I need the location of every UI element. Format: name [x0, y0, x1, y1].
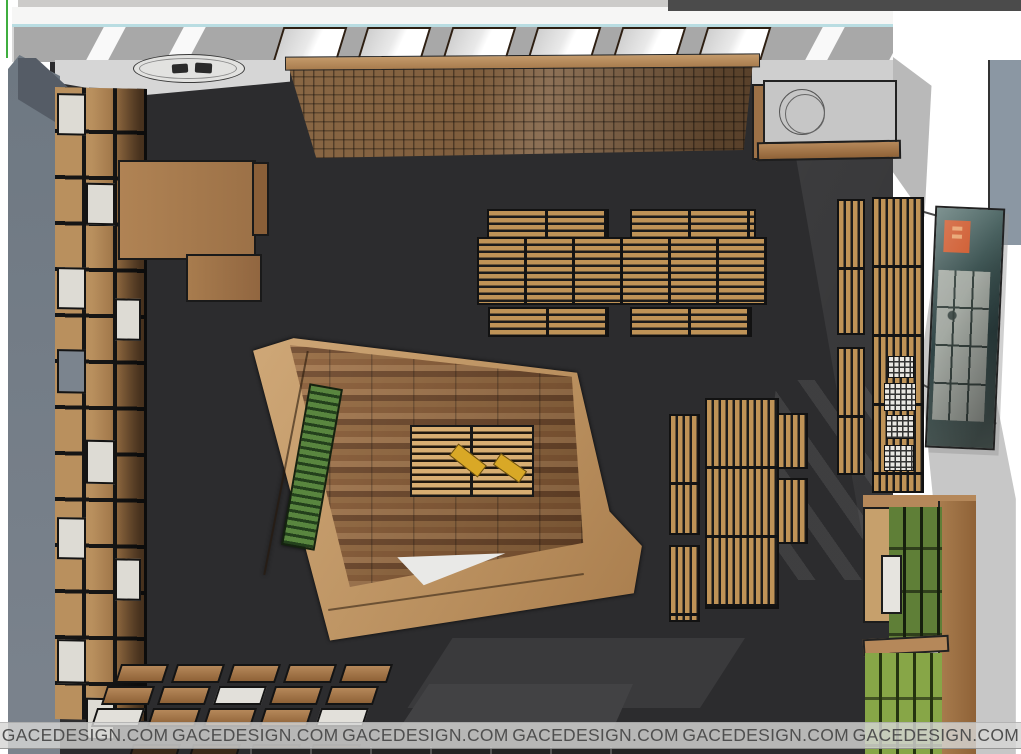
display-box [115, 664, 169, 683]
shelf-white-cell [57, 93, 86, 136]
shelf-white-cell [86, 440, 115, 485]
watermark-text: GACEDESIGN.COM [2, 725, 169, 746]
shelf-white-cell [57, 517, 86, 560]
axis-line-green [6, 0, 8, 58]
reception-desk [118, 160, 256, 260]
vertical-slat-bench [671, 416, 698, 533]
top-bar-dark [668, 0, 1021, 11]
vertical-slat-bench [779, 415, 806, 467]
display-box [339, 664, 393, 683]
left-wall [8, 55, 60, 754]
display-box [269, 686, 323, 705]
parquet-platform [245, 335, 650, 650]
ac-unit-circle-inner [785, 94, 825, 134]
watermark-text: GACEDESIGN.COM [682, 725, 849, 746]
green-shelf-white-cell [881, 555, 902, 614]
yellow-stool [449, 444, 487, 478]
mesh-chair [884, 445, 914, 471]
shelf-white-cell [57, 639, 86, 684]
display-box [157, 686, 211, 705]
shelf-white-cell [115, 558, 141, 601]
display-box [325, 686, 379, 705]
vertical-slat-bench [779, 480, 806, 542]
display-box [101, 686, 155, 705]
display-box [283, 664, 337, 683]
lamp-fixture [195, 63, 213, 74]
vertical-slat-table [707, 400, 777, 607]
right-wall-gray-wedge [893, 57, 963, 217]
reception-desk-extension [186, 254, 262, 302]
display-box [171, 664, 225, 683]
slat-table-large [479, 239, 621, 303]
slat-bench [489, 211, 607, 238]
render-canvas: GACEDESIGN.COM GACEDESIGN.COM GACEDESIGN… [0, 0, 1021, 754]
shelf-white-cell [57, 267, 86, 310]
top-bar-light [18, 0, 668, 7]
yellow-stool [493, 453, 527, 483]
slat-bench [632, 309, 750, 335]
poster-sheen [927, 208, 1003, 449]
vertical-slat-bench [839, 201, 863, 333]
slat-table-large [623, 239, 765, 303]
shelf-white-cell [115, 298, 141, 341]
display-box-white [213, 686, 267, 705]
platform-slat-table [410, 425, 534, 497]
mesh-chair [888, 356, 914, 378]
green-shelf-wood-side [938, 501, 976, 754]
vertical-slat-bench [671, 547, 698, 620]
lamp-fixture [172, 63, 189, 73]
shelf-white-cell [57, 349, 86, 394]
display-box [227, 664, 281, 683]
mesh-chair [886, 415, 914, 439]
green-shelf-unit [863, 495, 976, 754]
slat-bench [490, 309, 607, 335]
watermark-band: GACEDESIGN.COM GACEDESIGN.COM GACEDESIGN… [0, 722, 1021, 749]
mesh-chair [884, 383, 916, 411]
slatted-wall-panel [283, 58, 758, 158]
slat-bench [632, 211, 754, 238]
shelf-white-cell [86, 183, 115, 226]
watermark-text: GACEDESIGN.COM [172, 725, 339, 746]
vertical-slat-bench [839, 349, 863, 473]
ac-unit-wood-base [757, 140, 901, 162]
reception-desk-side [252, 162, 269, 236]
ac-unit [763, 80, 897, 144]
wall-poster [925, 206, 1005, 451]
watermark-text: GACEDESIGN.COM [342, 725, 509, 746]
ceiling-lamp [133, 54, 245, 83]
watermark-text: GACEDESIGN.COM [512, 725, 679, 746]
watermark-text: GACEDESIGN.COM [853, 725, 1020, 746]
